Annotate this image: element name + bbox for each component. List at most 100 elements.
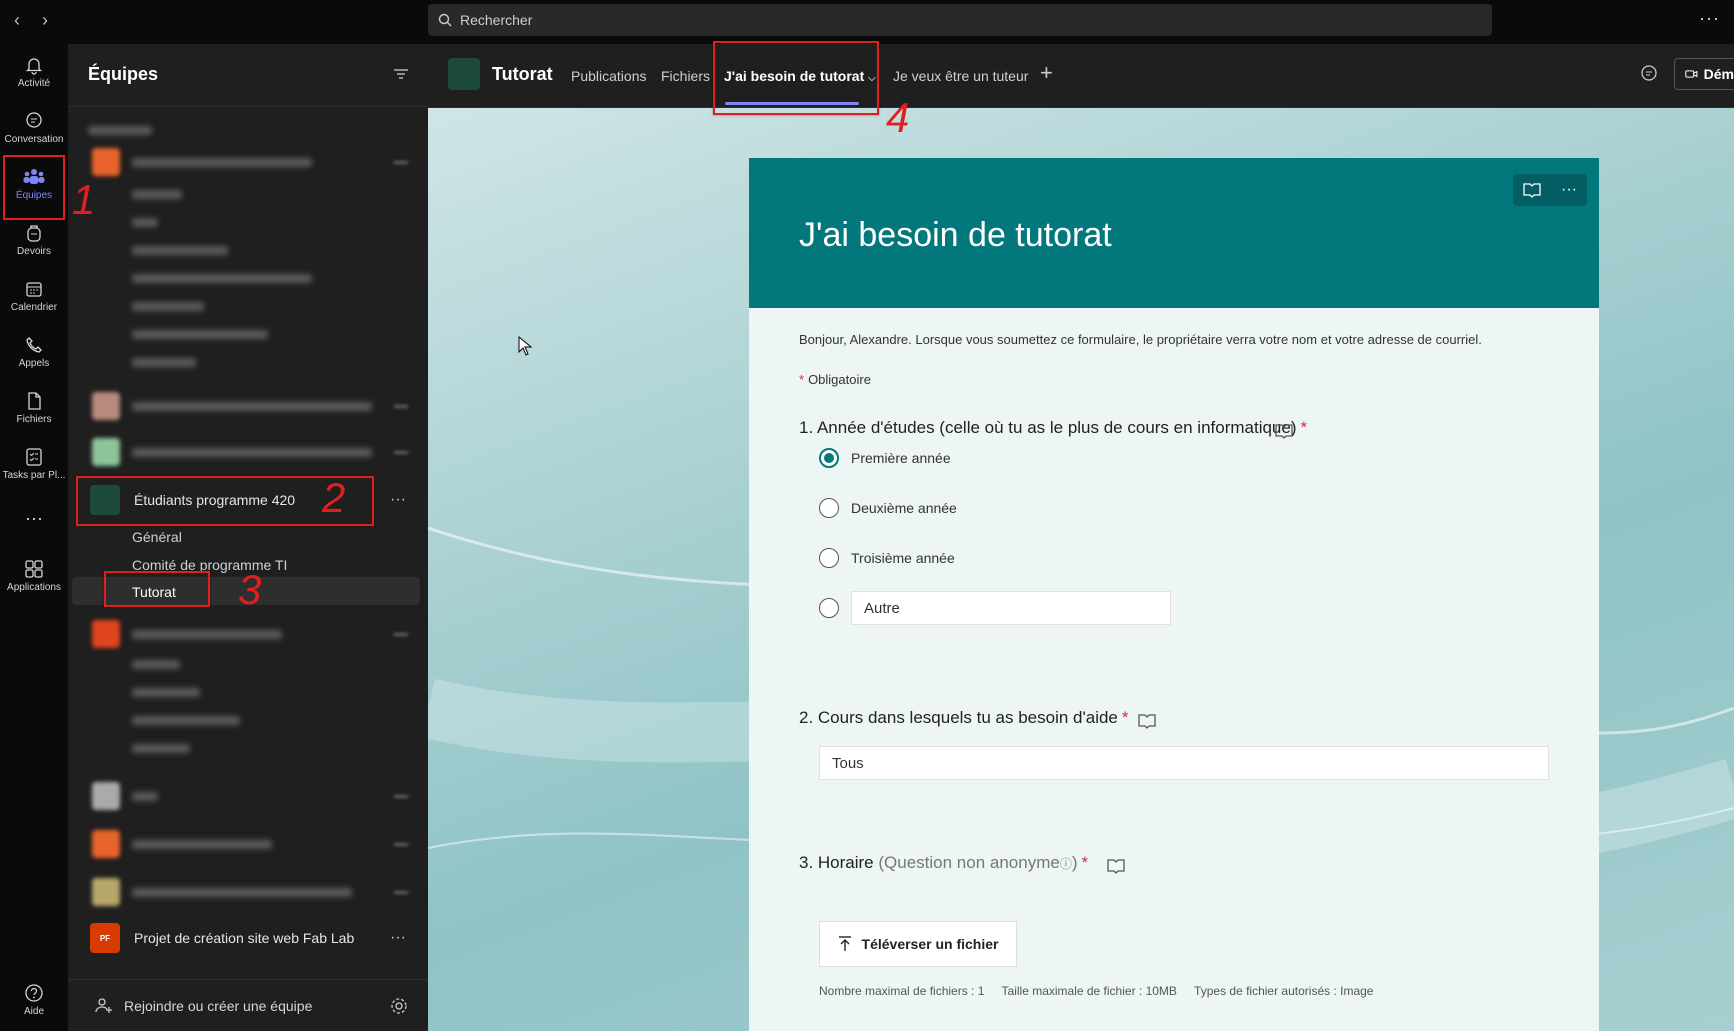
conversation-icon[interactable] (1640, 64, 1658, 82)
form-card: J'ai besoin de tutorat ··· Bonjour, Alex… (749, 158, 1599, 1031)
annotation-number-1: 1 (72, 176, 96, 223)
blurred-channel (132, 688, 200, 697)
info-icon: ⓘ (1059, 857, 1072, 871)
rail-item-aide[interactable]: Aide (0, 974, 68, 1026)
team-fablab[interactable]: PF Projet de création site web Fab Lab ·… (76, 916, 420, 960)
backpack-icon (27, 225, 41, 242)
blurred-channel (132, 302, 204, 311)
annotation-number-2: 2 (322, 474, 346, 521)
immersive-reader-icon[interactable] (1523, 182, 1541, 198)
upload-icon (838, 936, 851, 951)
team-logo (448, 58, 480, 90)
search-bar[interactable]: Rechercher (428, 4, 1492, 36)
rail-item-calendrier[interactable]: Calendrier (0, 270, 68, 322)
rail-item-applications[interactable]: Applications (0, 550, 68, 602)
upload-max-files: Nombre maximal de fichiers : 1 (819, 984, 985, 998)
tab-tuteur[interactable]: Je veux être un tuteur (893, 68, 1028, 84)
radio-button[interactable] (819, 498, 839, 518)
rail-label: Applications (7, 582, 61, 593)
option-troisieme-annee[interactable]: Troisième année (819, 548, 955, 568)
blurred-team-name (132, 402, 372, 411)
question-note-end: ) (1071, 853, 1078, 872)
join-team-icon (95, 997, 112, 1013)
rail-item-activite[interactable]: Activité (0, 46, 68, 98)
annotation-box-1 (3, 155, 65, 220)
rail-label: Activité (17, 78, 51, 89)
question-2-title: 2. Cours dans lesquels tu as besoin d'ai… (799, 708, 1129, 728)
rail-label: Devoirs (17, 246, 51, 257)
question-text: 3. Horaire (799, 853, 874, 872)
annotation-number-3: 3 (238, 566, 262, 613)
rail-item-conversation[interactable]: Conversation (0, 102, 68, 154)
upload-file-types: Types de fichier autorisés : Image (1194, 984, 1374, 998)
tab-fichiers[interactable]: Fichiers (661, 68, 710, 84)
option-autre[interactable] (819, 598, 851, 618)
blurred-team-name (132, 840, 272, 849)
gear-icon[interactable] (390, 997, 408, 1015)
blurred-team-avatar (92, 620, 120, 648)
teams-panel: Équipes Étudiants programme 420 ··· Géné… (68, 44, 428, 1031)
blurred-team-avatar (92, 830, 120, 858)
form-tools: ··· (1513, 174, 1587, 206)
other-placeholder: Autre (864, 599, 900, 617)
rail-item-appels[interactable]: Appels (0, 326, 68, 378)
blurred-more (394, 451, 408, 454)
add-tab-icon[interactable]: + (1040, 60, 1053, 86)
option-label: Première année (851, 450, 951, 466)
courses-value: Tous (832, 754, 864, 772)
required-star: * (1121, 708, 1129, 727)
question-text: 1. Année d'études (celle où tu as le plu… (799, 418, 1297, 437)
team-more-icon[interactable]: ··· (390, 929, 406, 947)
more-options-icon[interactable]: ··· (1561, 181, 1577, 199)
search-icon (438, 13, 452, 27)
question-1-title: 1. Année d'études (celle où tu as le plu… (799, 418, 1307, 438)
form-header: J'ai besoin de tutorat ··· (749, 158, 1599, 308)
meet-button[interactable]: Dém (1674, 58, 1734, 90)
rail-item-fichiers[interactable]: Fichiers (0, 382, 68, 434)
courses-input[interactable]: Tous (819, 746, 1549, 780)
blurred-team-avatar (92, 148, 120, 176)
immersive-reader-icon[interactable] (1275, 423, 1293, 439)
forward-arrow-icon[interactable]: › (42, 10, 48, 31)
more-apps-icon[interactable]: ··· (0, 508, 68, 529)
blurred-channel (132, 330, 268, 339)
rail-item-devoirs[interactable]: Devoirs (0, 214, 68, 266)
panel-title: Équipes (88, 64, 159, 84)
upload-max-size: Taille maximale de fichier : 10MB (1001, 984, 1177, 998)
blurred-channel (132, 358, 196, 367)
team-more-icon[interactable]: ··· (390, 491, 406, 509)
help-icon (25, 984, 43, 1002)
blurred-more (394, 405, 408, 408)
filter-icon[interactable] (394, 68, 408, 80)
radio-button[interactable] (819, 598, 839, 618)
radio-button[interactable] (819, 548, 839, 568)
settings-more-icon[interactable]: ··· (1699, 8, 1720, 29)
channel-header: Tutorat Publications Fichiers J'ai besoi… (428, 44, 1734, 108)
immersive-reader-icon[interactable] (1107, 858, 1125, 874)
blurred-team-name (132, 792, 158, 801)
blurred-channel (132, 744, 190, 753)
option-premiere-annee[interactable]: Première année (819, 448, 951, 468)
blurred-more (394, 161, 408, 164)
radio-button[interactable] (819, 448, 839, 468)
immersive-reader-icon[interactable] (1138, 713, 1156, 729)
join-team-link[interactable]: Rejoindre ou créer une équipe (124, 998, 312, 1014)
other-input[interactable]: Autre (851, 591, 1171, 625)
form-intro: Bonjour, Alexandre. Lorsque vous soumett… (799, 332, 1482, 347)
rail-label: Aide (23, 1006, 44, 1017)
channel-general[interactable]: Général (132, 529, 182, 545)
form-content-area[interactable]: J'ai besoin de tutorat ··· Bonjour, Alex… (428, 108, 1734, 1031)
phone-icon (26, 337, 42, 353)
required-star: * (799, 372, 805, 387)
rail-item-tasks[interactable]: Tasks par Pl... (0, 438, 68, 490)
option-deuxieme-annee[interactable]: Deuxième année (819, 498, 957, 518)
annotation-box-4 (713, 41, 879, 115)
required-label: Obligatoire (808, 372, 871, 387)
upload-file-button[interactable]: Téléverser un fichier (819, 921, 1017, 967)
rail-label: Conversation (4, 134, 64, 145)
tab-publications[interactable]: Publications (571, 68, 647, 84)
blurred-team-name (132, 630, 282, 639)
back-arrow-icon[interactable]: ‹ (14, 10, 20, 31)
required-legend: * Obligatoire (799, 372, 871, 387)
file-icon (28, 392, 41, 410)
